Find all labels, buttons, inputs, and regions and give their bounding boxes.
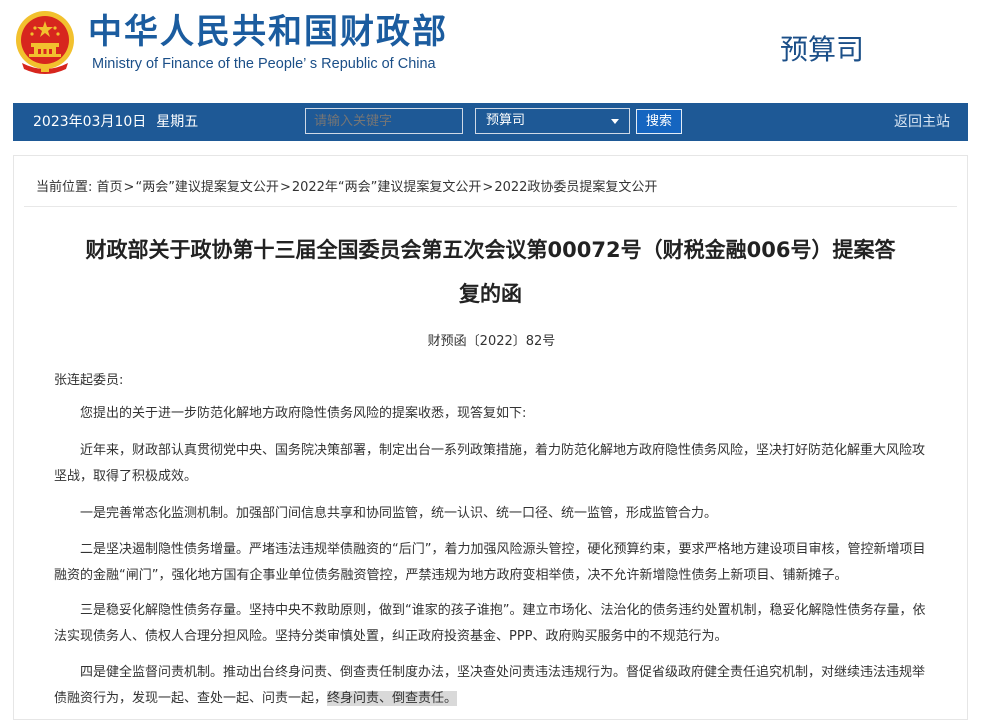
paragraph: 近年来，财政部认真贯彻党中央、国务院决策部署，制定出台一系列政策措施，着力防范化…: [54, 443, 926, 484]
article-title: 财政部关于政协第十三届全国委员会第五次会议第00072号（财税金融006号）提案…: [48, 228, 933, 316]
return-home-link[interactable]: 返回主站: [894, 103, 950, 141]
document-number: 财预函〔2022〕82号: [427, 334, 556, 349]
chevron-down-icon: [611, 119, 619, 124]
search-input[interactable]: [305, 108, 463, 134]
breadcrumb-item-cppcc[interactable]: 2022政协委员提案复文公开: [494, 180, 657, 195]
breadcrumb-item-lianghui[interactable]: “两会”建议提案复文公开: [135, 180, 278, 195]
article-title-line-2: 复的函: [459, 282, 522, 306]
breadcrumb-separator: >: [482, 180, 494, 195]
paragraph: 三是稳妥化解隐性债务存量。坚持中央不救助原则，做到“谁家的孩子谁抱”。建立市场化…: [54, 603, 926, 644]
paragraph: 四是健全监督问责机制。推动出台终身问责、倒查责任制度办法，坚决查处问责违法违规行…: [54, 660, 930, 712]
paragraph-text: 四是健全监督问责机制。推动出台终身问责、倒查责任制度办法，坚决查处问责违法违规行…: [54, 665, 926, 706]
article-container: 当前位置: 首页>“两会”建议提案复文公开>2022年“两会”建议提案复文公开>…: [13, 155, 968, 720]
breadcrumb-separator: >: [123, 180, 135, 195]
weekday-text: 星期五: [156, 114, 199, 130]
breadcrumb-separator: >: [279, 180, 291, 195]
addressee: 张连起委员:: [54, 373, 124, 388]
breadcrumb-divider: [24, 206, 957, 207]
breadcrumb-item-2022-lianghui[interactable]: 2022年“两会”建议提案复文公开: [292, 180, 482, 195]
paragraph: 一是完善常态化监测机制。加强部门间信息共享和协同监管，统一认识、统一口径、统一监…: [80, 506, 718, 521]
breadcrumb-prefix: 当前位置:: [36, 180, 93, 195]
current-date: 2023年03月10日 星期五: [33, 103, 208, 141]
article-title-line-1: 财政部关于政协第十三届全国委员会第五次会议第00072号（财税金融006号）提案…: [85, 238, 896, 262]
department-select[interactable]: 预算司: [475, 108, 630, 134]
site-header: 中华人民共和国财政部 Ministry of Finance of the Pe…: [0, 0, 985, 100]
breadcrumb-item-home[interactable]: 首页: [97, 180, 123, 195]
ministry-name-cn[interactable]: 中华人民共和国财政部: [88, 10, 448, 54]
breadcrumb: 当前位置: 首页>“两会”建议提案复文公开>2022年“两会”建议提案复文公开>…: [36, 176, 657, 195]
ministry-name-en[interactable]: Ministry of Finance of the People’ s Rep…: [92, 56, 436, 72]
select-value: 预算司: [486, 113, 526, 128]
search-button[interactable]: 搜索: [636, 109, 682, 134]
paragraph: 您提出的关于进一步防范化解地方政府隐性债务风险的提案收悉，现答复如下:: [80, 406, 527, 421]
selected-text-highlight: 终身问责、倒查责任。: [327, 691, 458, 706]
top-navbar: 2023年03月10日星期五 预算司 搜索 返回主站: [13, 103, 968, 141]
department-name: 预算司: [780, 33, 865, 66]
paragraph: 二是坚决遏制隐性债务增量。严堵违法违规举债融资的“后门”，着力加强风险源头管控，…: [54, 542, 926, 583]
date-text: 2023年03月10日: [33, 114, 147, 130]
national-emblem-icon[interactable]: [14, 9, 76, 75]
